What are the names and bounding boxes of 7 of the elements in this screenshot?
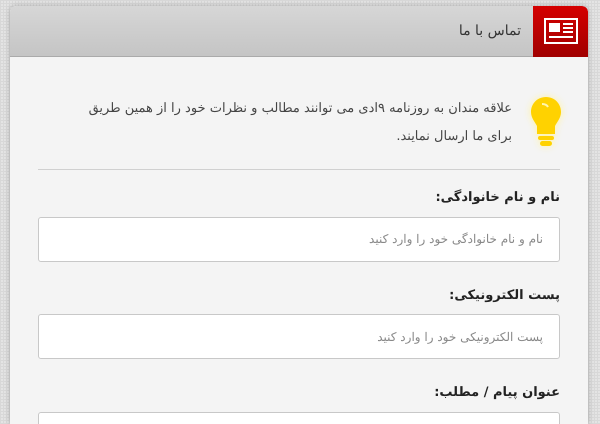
input-field[interactable]: نام و نام خانوادگی خود را وارد کنید [38, 216, 560, 262]
intro-text: علاقه مندان به روزنامه ۹ادی می توانند مطالب و نظرات خود را از همین طریق برای ما ارسال نمایند. [88, 100, 512, 146]
field-label: پست الکترونیکی: [449, 286, 560, 304]
panel-title: تماس با ما [458, 22, 522, 40]
input-field[interactable]: پست الکترونیکی خود را وارد کنید [38, 314, 560, 359]
field-label: نام و نام خانوادگی: [435, 188, 560, 207]
field-label: عنوان پیام / مطلب: [434, 384, 560, 402]
